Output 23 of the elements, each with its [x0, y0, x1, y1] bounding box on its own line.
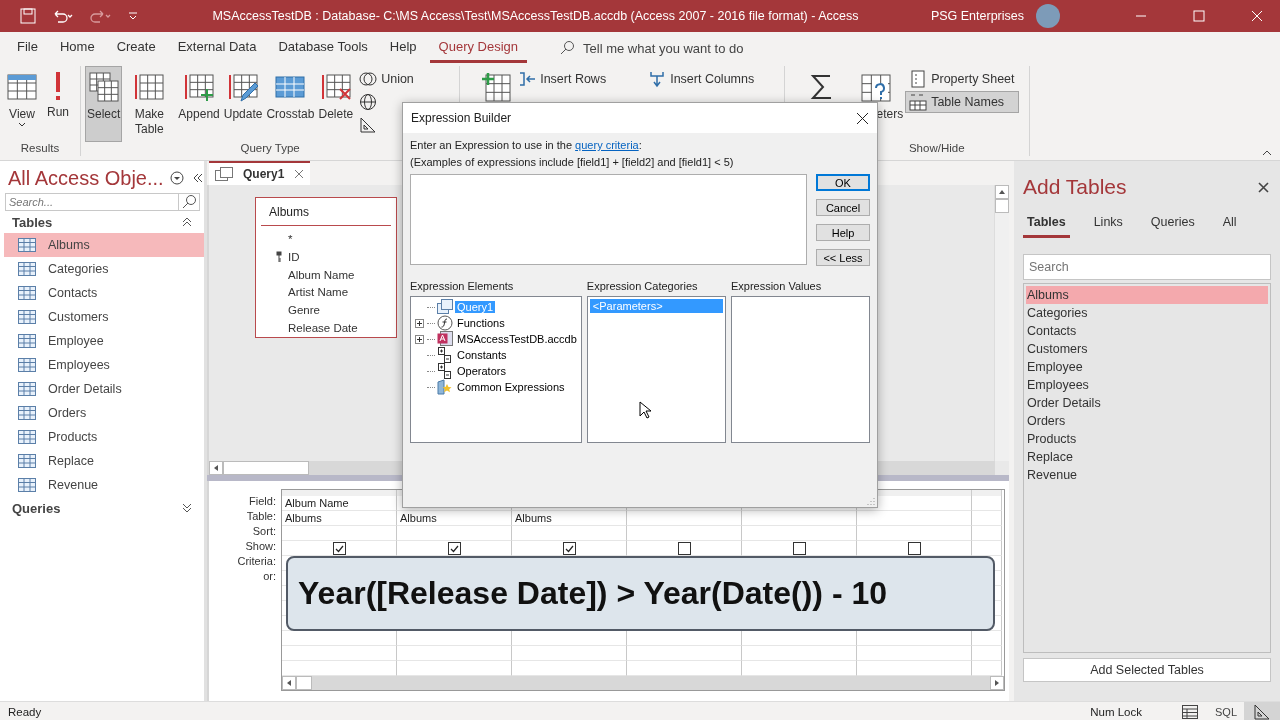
row-label: Table: — [246, 510, 276, 522]
row-label: Field: — [249, 495, 276, 507]
pane-title: All Access Obje... — [8, 166, 164, 190]
field-list-title: Albums — [261, 198, 391, 226]
status-text: Ready — [8, 706, 42, 718]
row-label: Show: — [245, 540, 276, 552]
pane-label: Expression Elements — [410, 280, 515, 292]
row-label: or: — [263, 570, 276, 582]
user-name: PSG Enterprises — [930, 9, 1024, 23]
num-lock-indicator: Num Lock — [1090, 706, 1142, 718]
examples-text: (Examples of expressions include [field1] + [field2] and [field1] < 5) — [410, 155, 735, 170]
row-label: Sort: — [252, 525, 276, 537]
row-label: Criteria: — [237, 555, 276, 567]
window-title: MSAccessTestDB : Database- C:\MS Access\Test\MSAccessTestDB.accdb (Access 2007 - 2016 file format) - Access — [211, 9, 860, 23]
group-label: Query Type — [240, 142, 300, 154]
pane-label: Expression Values — [730, 280, 823, 292]
pane-label: Expression Categories — [586, 280, 699, 292]
caption-text: Year([Release Date]) > Year(Date()) - 10 — [286, 556, 995, 631]
group-label: Show/Hide — [908, 142, 965, 154]
instruction-text: Enter an Expression to use in the query criteria: — [410, 138, 643, 153]
dialog-title: Expression Builder — [411, 111, 512, 125]
group-label: Results — [20, 142, 60, 154]
pane-title: Add Tables — [1023, 175, 1127, 199]
